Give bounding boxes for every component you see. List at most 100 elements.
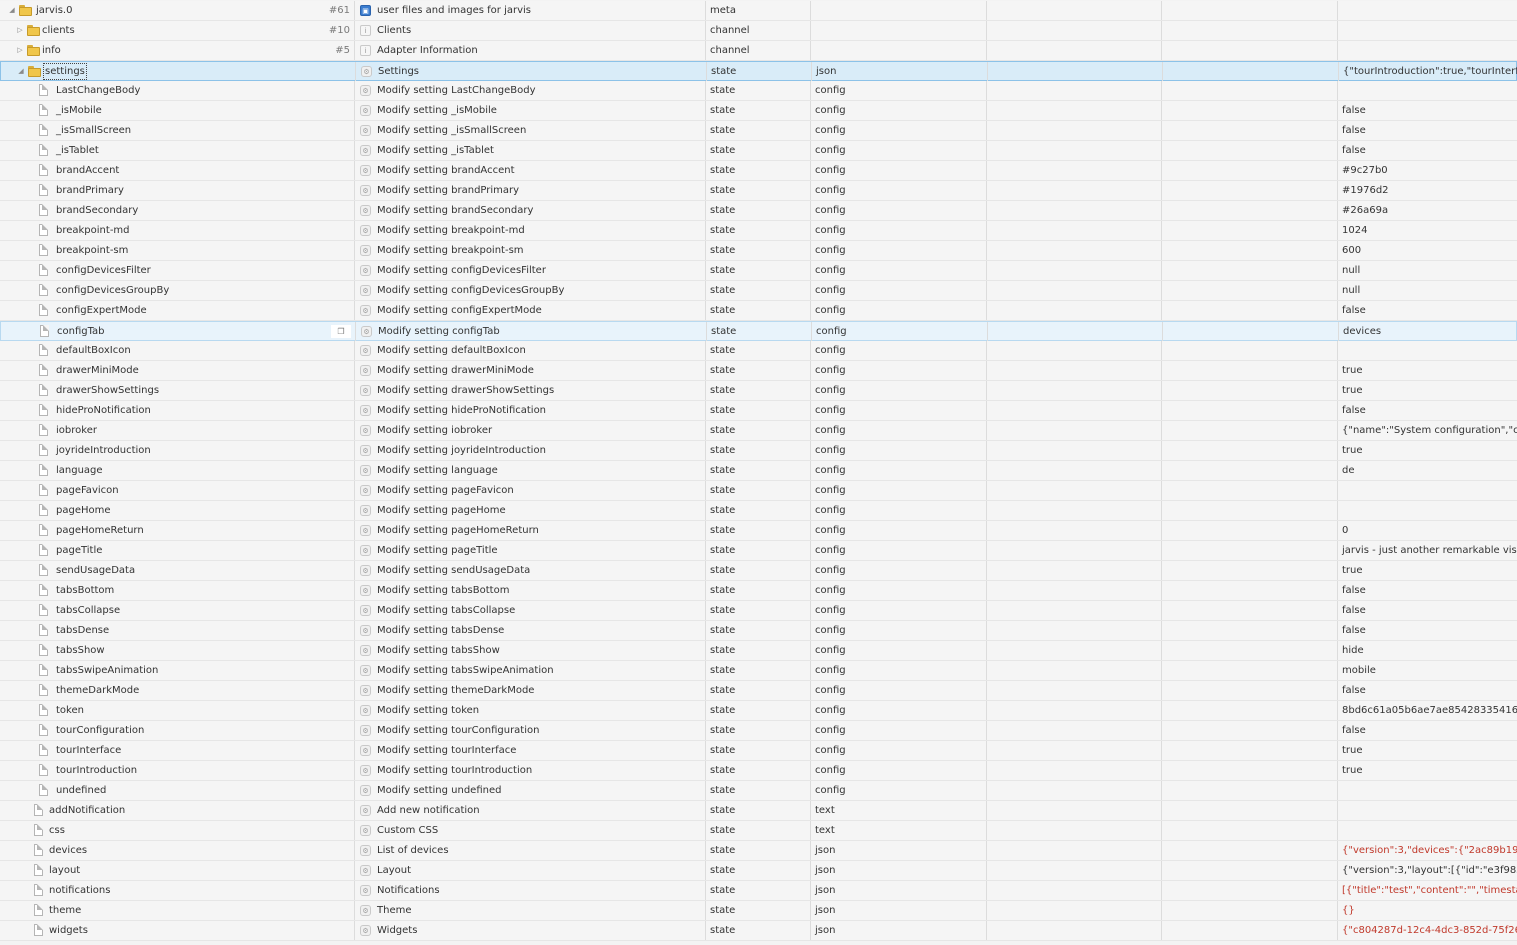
tree-state-row[interactable]: tourIntroduction ⚙ Modify setting tourIntr… — [0, 761, 1517, 781]
room-cell[interactable] — [987, 241, 1162, 260]
function-cell[interactable] — [1162, 681, 1338, 700]
copy-icon[interactable]: ❐ — [331, 325, 351, 338]
object-name-cell[interactable]: drawerMiniMode — [0, 361, 355, 380]
object-value[interactable] — [1338, 1, 1517, 20]
tree-state-row[interactable]: tabsShow ⚙ Modify setting tabsShow state con… — [0, 641, 1517, 661]
room-cell[interactable] — [987, 81, 1162, 100]
tree-state-row[interactable]: configTab ❐ ⚙ Modify setting configTab state… — [0, 321, 1517, 341]
room-cell[interactable] — [987, 41, 1162, 60]
function-cell[interactable] — [1162, 281, 1338, 300]
room-cell[interactable] — [987, 801, 1162, 820]
tree-state-row[interactable]: brandSecondary ⚙ Modify setting brandSecon… — [0, 201, 1517, 221]
function-cell[interactable] — [1162, 601, 1338, 620]
room-cell[interactable] — [987, 421, 1162, 440]
object-name-cell[interactable]: ▷ info #5 — [0, 41, 355, 60]
expand-toggle-icon[interactable]: ▷ — [15, 21, 25, 40]
object-value[interactable]: null — [1338, 261, 1517, 280]
tree-state-row[interactable]: pageHomeReturn ⚙ Modify setting pageHomeRe… — [0, 521, 1517, 541]
function-cell[interactable] — [1162, 621, 1338, 640]
room-cell[interactable] — [988, 322, 1163, 341]
object-name-cell[interactable]: tourIntroduction — [0, 761, 355, 780]
object-name-cell[interactable]: tourInterface — [0, 741, 355, 760]
object-value[interactable]: true — [1338, 381, 1517, 400]
object-value[interactable] — [1338, 341, 1517, 360]
object-value[interactable]: false — [1338, 141, 1517, 160]
collapse-toggle-icon[interactable]: ◢ — [16, 62, 26, 81]
room-cell[interactable] — [987, 841, 1162, 860]
room-cell[interactable] — [987, 561, 1162, 580]
object-value[interactable]: hide — [1338, 641, 1517, 660]
object-value[interactable]: de — [1338, 461, 1517, 480]
tree-state-row[interactable]: breakpoint-md ⚙ Modify setting breakpoint-… — [0, 221, 1517, 241]
function-cell[interactable] — [1162, 201, 1338, 220]
object-value[interactable]: jarvis - just another remarkable vis — [1338, 541, 1517, 560]
function-cell[interactable] — [1162, 761, 1338, 780]
function-cell[interactable] — [1163, 322, 1339, 341]
room-cell[interactable] — [987, 581, 1162, 600]
object-name-cell[interactable]: brandSecondary — [0, 201, 355, 220]
tree-state-row[interactable]: hideProNotification ⚙ Modify setting hideP… — [0, 401, 1517, 421]
room-cell[interactable] — [987, 621, 1162, 640]
room-cell[interactable] — [987, 741, 1162, 760]
tree-folder-row[interactable]: ▷ clients #10 i Clients channel — [0, 21, 1517, 41]
function-cell[interactable] — [1162, 301, 1338, 320]
tree-state-row[interactable]: LastChangeBody ⚙ Modify setting LastChange… — [0, 81, 1517, 101]
room-cell[interactable] — [987, 501, 1162, 520]
function-cell[interactable] — [1162, 701, 1338, 720]
object-name-cell[interactable]: tabsSwipeAnimation — [0, 661, 355, 680]
object-value[interactable] — [1338, 501, 1517, 520]
object-name-cell[interactable]: joyrideIntroduction — [0, 441, 355, 460]
object-value[interactable]: mobile — [1338, 661, 1517, 680]
object-name-cell[interactable]: breakpoint-sm — [0, 241, 355, 260]
object-value[interactable]: {} — [1338, 901, 1517, 920]
function-cell[interactable] — [1162, 181, 1338, 200]
room-cell[interactable] — [987, 21, 1162, 40]
object-name-cell[interactable]: _isSmallScreen — [0, 121, 355, 140]
tree-state-row[interactable]: language ⚙ Modify setting language state con… — [0, 461, 1517, 481]
object-value[interactable]: true — [1338, 761, 1517, 780]
object-value[interactable]: false — [1338, 681, 1517, 700]
function-cell[interactable] — [1162, 101, 1338, 120]
function-cell[interactable] — [1162, 741, 1338, 760]
object-name-cell[interactable]: iobroker — [0, 421, 355, 440]
function-cell[interactable] — [1162, 501, 1338, 520]
object-name-cell[interactable]: configDevicesGroupBy — [0, 281, 355, 300]
room-cell[interactable] — [987, 361, 1162, 380]
tree-state-row[interactable]: pageTitle ⚙ Modify setting pageTitle state c… — [0, 541, 1517, 561]
room-cell[interactable] — [987, 341, 1162, 360]
room-cell[interactable] — [987, 701, 1162, 720]
room-cell[interactable] — [987, 641, 1162, 660]
object-name-cell[interactable]: pageTitle — [0, 541, 355, 560]
room-cell[interactable] — [987, 901, 1162, 920]
function-cell[interactable] — [1162, 841, 1338, 860]
function-cell[interactable] — [1162, 661, 1338, 680]
object-value[interactable]: false — [1338, 101, 1517, 120]
object-name-cell[interactable]: brandPrimary — [0, 181, 355, 200]
tree-folder-row[interactable]: ▷ info #5 i Adapter Information channel — [0, 41, 1517, 61]
object-name-cell[interactable]: LastChangeBody — [0, 81, 355, 100]
object-name-cell[interactable]: brandAccent — [0, 161, 355, 180]
tree-state-row[interactable]: addNotification ⚙ Add new notification stat… — [0, 801, 1517, 821]
function-cell[interactable] — [1162, 421, 1338, 440]
object-value[interactable]: #26a69a — [1338, 201, 1517, 220]
object-value[interactable]: false — [1338, 581, 1517, 600]
object-value[interactable] — [1338, 821, 1517, 840]
function-cell[interactable] — [1162, 541, 1338, 560]
room-cell[interactable] — [987, 181, 1162, 200]
tree-state-row[interactable]: drawerShowSettings ⚙ Modify setting drawer… — [0, 381, 1517, 401]
room-cell[interactable] — [987, 281, 1162, 300]
room-cell[interactable] — [987, 221, 1162, 240]
room-cell[interactable] — [987, 101, 1162, 120]
room-cell[interactable] — [987, 721, 1162, 740]
room-cell[interactable] — [988, 62, 1163, 81]
tree-folder-row[interactable]: ◢ settings ⚙ Settings state json {"tourIntrodu… — [0, 61, 1517, 81]
tree-state-row[interactable]: joyrideIntroduction ⚙ Modify setting joyri… — [0, 441, 1517, 461]
object-value[interactable] — [1338, 41, 1517, 60]
object-name-cell[interactable]: pageHome — [0, 501, 355, 520]
object-value[interactable] — [1338, 801, 1517, 820]
object-name-cell[interactable]: tourConfiguration — [0, 721, 355, 740]
room-cell[interactable] — [987, 441, 1162, 460]
function-cell[interactable] — [1162, 381, 1338, 400]
tree-state-row[interactable]: tourInterface ⚙ Modify setting tourInterfa… — [0, 741, 1517, 761]
tree-state-row[interactable]: widgets ⚙ Widgets state json {"c804287d-12c4-… — [0, 921, 1517, 941]
